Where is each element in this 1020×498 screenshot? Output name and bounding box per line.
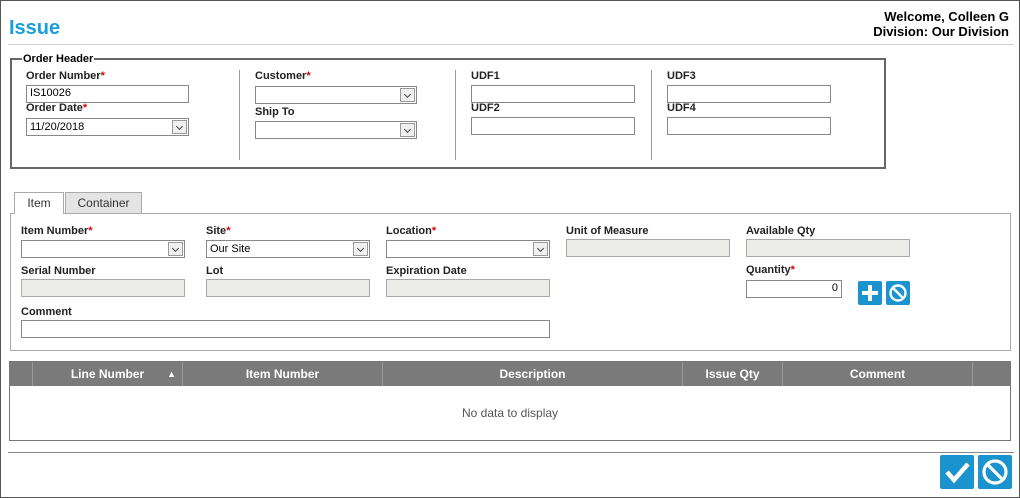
chevron-down-icon[interactable] xyxy=(533,242,548,256)
available-qty-label: Available Qty xyxy=(746,225,816,237)
welcome-text: Welcome, Colleen G xyxy=(884,9,1009,24)
udf3-label: UDF3 xyxy=(667,70,696,82)
site-select[interactable]: Our Site xyxy=(206,240,370,258)
column-divider xyxy=(239,70,240,160)
location-label: Location* xyxy=(386,225,437,237)
udf3-input[interactable] xyxy=(667,85,831,103)
udf4-input[interactable] xyxy=(667,117,831,135)
ship-to-select[interactable] xyxy=(255,121,417,139)
order-number-input[interactable]: IS10026 xyxy=(26,85,189,103)
page-title: Issue xyxy=(9,17,61,39)
grid-header: Line Number ▲ Item Number Description Is… xyxy=(10,362,1010,386)
item-number-select[interactable] xyxy=(21,240,185,258)
footer-divider xyxy=(8,452,1014,453)
sort-asc-icon: ▲ xyxy=(167,369,176,379)
division-text: Division: Our Division xyxy=(873,24,1009,39)
cancel-icon xyxy=(982,459,1008,485)
udf1-label: UDF1 xyxy=(471,70,500,82)
tab-item[interactable]: Item xyxy=(14,192,64,214)
confirm-button[interactable] xyxy=(940,455,974,489)
quantity-label: Quantity* xyxy=(746,264,795,276)
check-icon xyxy=(945,462,970,484)
column-header-item-number[interactable]: Item Number xyxy=(183,362,383,386)
expiration-date-input xyxy=(386,279,550,297)
order-date-select[interactable]: 11/20/2018 xyxy=(26,118,189,136)
lot-input xyxy=(206,279,370,297)
grid-select-column xyxy=(10,362,33,386)
uom-input xyxy=(566,239,730,257)
user-info: Welcome, Colleen G Division: Our Divisio… xyxy=(873,9,1009,39)
column-divider xyxy=(455,70,456,160)
ship-to-label: Ship To xyxy=(255,106,295,118)
add-line-button[interactable] xyxy=(858,281,882,305)
lot-label: Lot xyxy=(206,265,224,277)
uom-label: Unit of Measure xyxy=(566,225,649,237)
order-date-label: Order Date* xyxy=(26,102,88,114)
clear-line-button[interactable] xyxy=(886,281,910,305)
udf1-input[interactable] xyxy=(471,85,635,103)
available-qty-input xyxy=(746,239,910,257)
quantity-input[interactable]: 0 xyxy=(746,280,842,298)
issue-lines-grid: Line Number ▲ Item Number Description Is… xyxy=(9,361,1011,441)
chevron-down-icon[interactable] xyxy=(353,242,368,256)
chevron-down-icon[interactable] xyxy=(400,88,415,102)
customer-select[interactable] xyxy=(255,86,417,104)
column-header-comment[interactable]: Comment xyxy=(783,362,973,386)
tab-container[interactable]: Container xyxy=(65,192,142,213)
udf2-label: UDF2 xyxy=(471,102,500,114)
column-header-issue-qty[interactable]: Issue Qty xyxy=(683,362,783,386)
serial-number-input xyxy=(21,279,185,297)
item-number-label: Item Number* xyxy=(21,225,93,237)
serial-number-label: Serial Number xyxy=(21,265,96,277)
column-header-line-number[interactable]: Line Number ▲ xyxy=(33,362,183,386)
chevron-down-icon[interactable] xyxy=(400,123,415,137)
plus-icon xyxy=(862,285,878,301)
cancel-button[interactable] xyxy=(978,455,1012,489)
chevron-down-icon[interactable] xyxy=(172,120,187,134)
column-divider xyxy=(651,70,652,160)
header-divider xyxy=(8,44,1014,45)
comment-label: Comment xyxy=(21,306,72,318)
cancel-icon xyxy=(889,284,907,302)
order-header-legend: Order Header xyxy=(23,53,94,65)
column-header-description[interactable]: Description xyxy=(383,362,683,386)
location-select[interactable] xyxy=(386,240,550,258)
order-number-label: Order Number* xyxy=(26,70,105,82)
expiration-date-label: Expiration Date xyxy=(386,265,467,277)
comment-input[interactable] xyxy=(21,320,550,338)
customer-label: Customer* xyxy=(255,70,311,82)
grid-empty-message: No data to display xyxy=(461,406,559,420)
udf2-input[interactable] xyxy=(471,117,635,135)
site-label: Site* xyxy=(206,225,231,237)
chevron-down-icon[interactable] xyxy=(168,242,183,256)
order-header-group: Order Header xyxy=(10,53,886,169)
udf4-label: UDF4 xyxy=(667,102,696,114)
